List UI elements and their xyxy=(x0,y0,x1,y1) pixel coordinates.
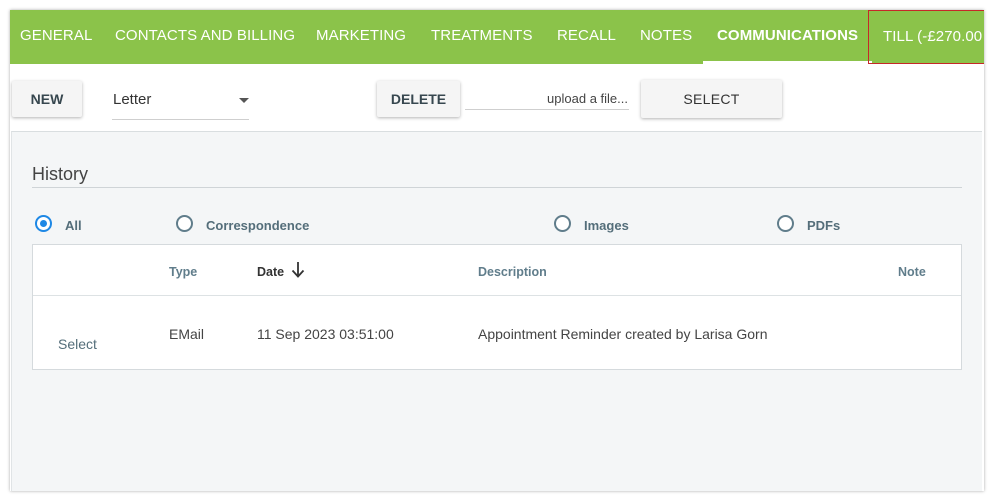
patient-record-window: GENERAL CONTACTS AND BILLING MARKETING T… xyxy=(10,10,984,491)
filter-correspondence-label: Correspondence xyxy=(206,218,310,233)
upload-file-field[interactable]: upload a file... xyxy=(465,90,629,110)
tab-recall[interactable]: RECALL xyxy=(557,10,616,64)
letter-type-value: Letter xyxy=(113,91,152,108)
sort-descending-arrow-icon[interactable] xyxy=(291,261,305,279)
caret-down-icon xyxy=(239,98,249,103)
filter-pdfs-label: PDFs xyxy=(807,218,841,233)
radio-unchecked-icon xyxy=(176,215,193,232)
filter-images-radio[interactable]: Images xyxy=(554,214,654,234)
row-select-link[interactable]: Select xyxy=(58,336,97,352)
filter-all-radio[interactable]: All xyxy=(35,214,115,234)
column-header-date-label: Date xyxy=(257,265,285,279)
table-header: Type Date Description Note xyxy=(33,245,961,296)
filter-correspondence-radio[interactable]: Correspondence xyxy=(176,214,336,234)
tab-treatments[interactable]: TREATMENTS xyxy=(431,10,533,64)
radio-unchecked-icon xyxy=(554,215,571,232)
column-header-type[interactable]: Type xyxy=(169,265,197,279)
row-type: EMail xyxy=(169,326,205,342)
radio-checked-icon xyxy=(35,215,52,232)
tab-notes[interactable]: NOTES xyxy=(640,10,692,64)
column-header-note[interactable]: Note xyxy=(898,265,926,279)
tab-communications[interactable]: COMMUNICATIONS xyxy=(703,10,873,64)
new-button[interactable]: NEW xyxy=(12,81,82,117)
history-divider xyxy=(32,187,962,188)
tab-till[interactable]: TILL (-£270.00 xyxy=(868,10,984,64)
filter-all-label: All xyxy=(65,218,82,233)
row-description: Appointment Reminder created by Larisa G… xyxy=(478,326,768,342)
tab-contacts-and-billing[interactable]: CONTACTS AND BILLING xyxy=(115,10,295,64)
tab-marketing[interactable]: MARKETING xyxy=(316,10,406,64)
delete-button[interactable]: DELETE xyxy=(377,81,460,117)
row-date: 11 Sep 2023 03:51:00 xyxy=(257,326,394,342)
history-panel: History All Correspondence Images PDFs T… xyxy=(11,131,982,491)
column-header-date[interactable]: Date xyxy=(257,262,305,279)
filter-images-label: Images xyxy=(584,218,629,233)
select-file-button[interactable]: SELECT xyxy=(641,80,782,118)
column-header-description[interactable]: Description xyxy=(478,265,547,279)
radio-unchecked-icon xyxy=(777,215,794,232)
letter-type-dropdown[interactable]: Letter xyxy=(112,88,249,120)
tab-bar: GENERAL CONTACTS AND BILLING MARKETING T… xyxy=(10,10,984,64)
tab-general[interactable]: GENERAL xyxy=(20,10,92,64)
history-table: Type Date Description Note Select EMail … xyxy=(32,244,962,370)
filter-pdfs-radio[interactable]: PDFs xyxy=(777,214,867,234)
history-title: History xyxy=(32,164,89,184)
